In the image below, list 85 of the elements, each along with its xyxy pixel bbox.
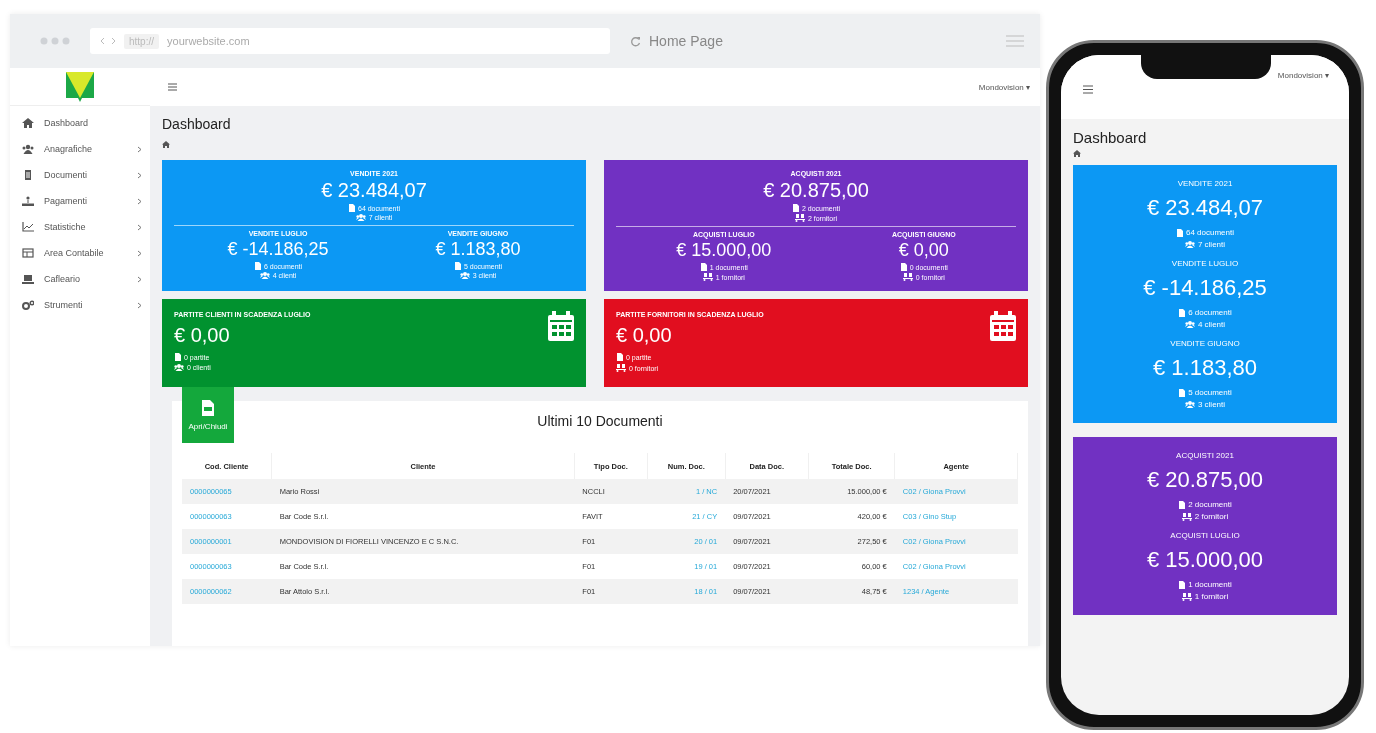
amount: € 0,00 — [174, 324, 231, 347]
document-icon — [1175, 228, 1183, 237]
sidebar-item[interactable]: Area Contabile — [10, 240, 150, 266]
calendar-icon — [990, 311, 1016, 341]
document-icon — [174, 353, 181, 361]
logo-icon — [66, 71, 94, 102]
sidebar-item[interactable]: Documenti — [10, 162, 150, 188]
home-icon[interactable] — [162, 141, 170, 148]
document-icon — [1178, 580, 1186, 589]
table-title: Ultimi 10 Documenti — [536, 412, 664, 429]
card-heading: VENDITE 2021 — [1177, 179, 1233, 188]
card-heading: ACQUISTI LUGLIO — [1170, 531, 1240, 540]
document-count: 2 documenti — [1188, 500, 1232, 509]
document-icon — [253, 262, 261, 270]
card-heading: VENDITE LUGLIO — [1171, 259, 1239, 268]
amount: € -14.186,25 — [227, 239, 329, 260]
toggle-button[interactable]: Apri/Chiudi — [182, 387, 234, 443]
user-menu[interactable]: Mondovision ▾ — [1277, 71, 1329, 80]
document-icon — [1178, 500, 1186, 509]
document-icon — [348, 204, 355, 212]
page-heading: Dashboard — [1073, 129, 1148, 146]
sidebar-item[interactable]: Cafleario — [10, 266, 150, 292]
amount: € 15.000,00 — [676, 240, 772, 261]
trolley-icon — [702, 273, 713, 281]
chart-icon — [22, 222, 34, 232]
amount: € 1.183,80 — [1153, 355, 1257, 381]
sidebar-item[interactable]: Anagrafiche — [10, 136, 150, 162]
user-menu[interactable]: Mondovision ▾ — [978, 82, 1030, 92]
party-count: 1 fornitori — [1194, 592, 1229, 601]
laptop-icon — [22, 274, 34, 284]
users-icon — [1184, 321, 1195, 328]
document-icon — [1178, 388, 1186, 397]
sidebar-item[interactable]: Statistiche — [10, 214, 150, 240]
document-count: 1 documenti — [1188, 580, 1232, 589]
document-icon — [453, 262, 461, 270]
amount: € 20.875,00 — [1146, 467, 1264, 493]
party-count: 4 clienti — [1197, 320, 1226, 329]
trolley-icon — [1181, 512, 1192, 521]
document-icon — [616, 353, 623, 361]
users-icon — [1184, 241, 1195, 248]
users-icon — [1184, 401, 1195, 408]
menu-icon[interactable] — [1083, 85, 1093, 94]
back-forward-icon — [100, 37, 116, 45]
amount: € 23.484,07 — [1146, 195, 1264, 221]
trolley-icon — [1181, 592, 1192, 601]
card-heading: VENDITE GIUGNO — [1170, 339, 1240, 348]
home-icon[interactable] — [1073, 150, 1081, 157]
amount: € 0,00 — [616, 324, 673, 347]
document-icon — [899, 263, 907, 271]
sidebar-item[interactable]: Dashboard — [10, 110, 150, 136]
amount: € 23.484,07 — [321, 179, 427, 202]
amount: € 0,00 — [898, 240, 949, 261]
document-count: 64 documenti — [1185, 228, 1234, 237]
amount: € 15.000,00 — [1146, 547, 1264, 573]
trolley-icon — [794, 214, 805, 222]
document-count: 6 documenti — [1188, 308, 1232, 317]
users-icon — [259, 272, 270, 279]
users-icon — [22, 144, 34, 154]
users-icon — [459, 272, 470, 279]
amount: € 20.875,00 — [763, 179, 869, 202]
amount: € 1.183,80 — [435, 239, 521, 260]
party-count: 2 fornitori — [1194, 512, 1229, 521]
trolley-icon — [902, 273, 913, 281]
users-icon — [174, 364, 184, 371]
window-dots-icon — [40, 37, 70, 45]
amount: € -14.186,25 — [1143, 275, 1267, 301]
document-icon — [202, 399, 214, 416]
party-count: 7 clienti — [1197, 240, 1226, 249]
page-heading: Dashboard — [162, 116, 232, 132]
card-heading: ACQUISTI 2021 — [1176, 451, 1234, 460]
document-count: 5 documenti — [1188, 388, 1232, 397]
users-icon — [355, 214, 366, 221]
sidebar-item[interactable]: Strumenti — [10, 292, 150, 318]
home-icon — [22, 118, 34, 128]
table-icon — [22, 248, 34, 258]
calendar-icon — [548, 311, 574, 341]
gears-icon — [22, 300, 34, 310]
page-title: Home Page — [649, 33, 723, 49]
document-icon — [791, 204, 799, 212]
party-count: 3 clienti — [1197, 400, 1226, 409]
url-text: yourwebsite.com — [167, 35, 250, 47]
sidebar-item[interactable]: Pagamenti — [10, 188, 150, 214]
document-icon — [1178, 308, 1186, 317]
trolley-icon — [616, 364, 626, 372]
document-icon — [699, 263, 707, 271]
